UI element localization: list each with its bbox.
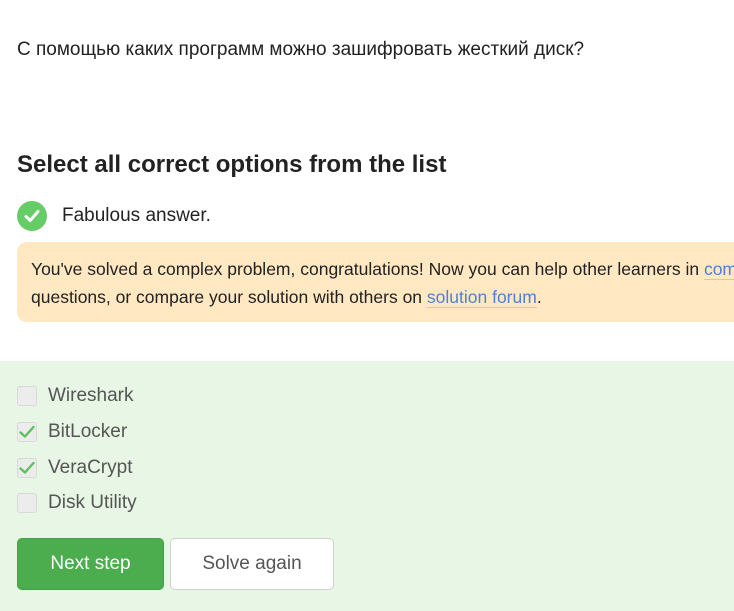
comments-link[interactable]: com [703,259,734,280]
checkbox[interactable] [17,493,37,513]
solution-forum-link[interactable]: solution forum [426,287,537,308]
checkbox[interactable] [17,386,37,406]
option-label: Disk Utility [48,492,137,513]
notice-line-1: You've solved a complex problem, congrat… [31,255,734,283]
checkbox-checked[interactable] [17,458,37,478]
option-disk-utility[interactable]: Disk Utility [17,490,137,516]
option-label: VeraCrypt [48,457,133,478]
instruction-heading: Select all correct options from the list [17,151,447,178]
step-page: С помощью каких программ можно зашифрова… [0,0,734,611]
notice-line-2: questions, or compare your solution with… [31,283,734,311]
notice-text: . [536,287,542,307]
check-circle-icon [17,201,47,231]
congratulations-notice: You've solved a complex problem, congrat… [17,242,734,322]
checkbox-checked[interactable] [17,422,37,442]
solve-again-button[interactable]: Solve again [170,538,334,590]
checkmark-icon [19,425,35,438]
feedback: Fabulous answer. [17,200,211,232]
next-step-button[interactable]: Next step [17,538,164,590]
option-wireshark[interactable]: Wireshark [17,383,134,409]
option-label: Wireshark [48,385,134,406]
checkmark-icon [19,461,35,474]
feedback-text: Fabulous answer. [62,205,211,226]
option-bitlocker[interactable]: BitLocker [17,419,127,445]
option-veracrypt[interactable]: VeraCrypt [17,455,132,481]
notice-text: You've solved a complex problem, congrat… [31,259,704,279]
option-label: BitLocker [48,421,128,442]
question-text: С помощью каких программ можно зашифрова… [17,39,585,60]
notice-text: questions, or compare your solution with… [31,287,427,307]
